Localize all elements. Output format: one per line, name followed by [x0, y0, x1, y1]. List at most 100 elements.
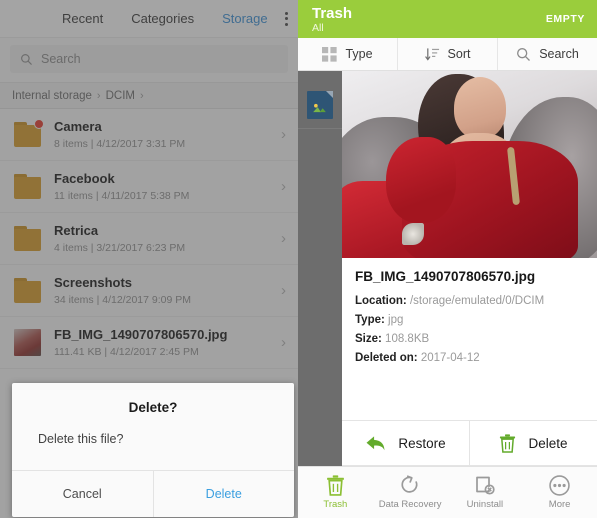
cancel-button[interactable]: Cancel — [12, 471, 153, 517]
detail-value: /storage/emulated/0/DCIM — [409, 295, 545, 307]
list-item-meta: 34 items | 4/12/2017 9:09 PM — [54, 293, 191, 306]
trash-app-panel: Trash All EMPTY Type Sort Search FB_IMG_… — [298, 0, 597, 518]
list-item[interactable]: Camera 8 items | 4/12/2017 3:31 PM › — [0, 109, 298, 161]
folder-icon — [14, 119, 44, 147]
list-item-meta: 11 items | 4/11/2017 5:38 PM — [54, 189, 190, 202]
file-manager-tabbar: Recent Categories Storage — [0, 0, 298, 38]
delete-button[interactable]: Delete — [154, 471, 295, 517]
folder-icon — [14, 174, 41, 199]
trash-body: FB_IMG_1490707806570.jpg Location: /stor… — [298, 71, 597, 466]
chevron-right-icon: › — [281, 178, 286, 195]
nav-label-more: More — [548, 499, 571, 510]
chevron-right-icon: › — [281, 282, 286, 299]
detail-key: Size: — [355, 333, 382, 345]
list-item-meta: 8 items | 4/12/2017 3:31 PM — [54, 137, 186, 150]
page-title: Trash — [312, 4, 353, 22]
image-file-icon — [307, 90, 333, 119]
detail-value: 2017-04-12 — [420, 352, 480, 364]
nav-label-uninstall: Uninstall — [466, 499, 504, 510]
list-item-meta: 4 items | 3/21/2017 6:23 PM — [54, 241, 186, 254]
trash-toolbar: Type Sort Search — [298, 38, 597, 71]
trash-icon — [326, 475, 345, 496]
breadcrumb-root[interactable]: Internal storage — [12, 90, 92, 102]
nav-item-data-recovery[interactable]: Data Recovery — [373, 467, 448, 518]
nav-label-trash: Trash — [323, 499, 348, 510]
detail-key: Deleted on: — [355, 352, 418, 364]
chevron-right-icon: › — [281, 334, 286, 351]
rail-item-image-file[interactable] — [298, 81, 342, 129]
restore-label: Restore — [398, 435, 446, 451]
dialog-message: Delete this file? — [38, 432, 124, 446]
sort-label: Sort — [447, 47, 471, 61]
nav-item-more[interactable]: More — [522, 467, 597, 518]
more-horizontal-icon — [549, 475, 570, 496]
list-item[interactable]: FB_IMG_1490707806570.jpg 111.41 KB | 4/1… — [0, 317, 298, 369]
file-list: Camera 8 items | 4/12/2017 3:31 PM › Fac… — [0, 109, 298, 369]
list-item-title: Retrica — [54, 222, 99, 238]
tab-categories[interactable]: Categories — [117, 11, 208, 26]
detail-value: 108.8KB — [385, 333, 430, 345]
type-filter-button[interactable]: Type — [298, 38, 398, 70]
chevron-right-icon: › — [96, 89, 101, 102]
list-item-title: Camera — [54, 118, 102, 134]
screen-root: Recent Categories Storage Search Interna… — [0, 0, 597, 518]
detail-key: Type: — [355, 314, 385, 326]
trash-icon — [499, 433, 516, 453]
more-vertical-icon[interactable] — [282, 7, 292, 31]
restore-button[interactable]: Restore — [342, 421, 469, 465]
folder-icon — [14, 278, 41, 303]
delete-confirm-dialog: Delete? Delete this file? Cancel Delete — [12, 383, 294, 517]
refresh-icon — [400, 475, 420, 496]
grid-icon — [322, 46, 338, 62]
nav-item-trash[interactable]: Trash — [298, 467, 373, 518]
detail-key: Location: — [355, 295, 407, 307]
breadcrumb: Internal storage › DCIM › — [0, 82, 298, 109]
delete-button[interactable]: Delete — [470, 421, 597, 465]
breadcrumb-folder[interactable]: DCIM — [106, 90, 135, 102]
trash-file-rail — [298, 71, 342, 466]
search-button[interactable]: Search — [498, 38, 597, 70]
list-item[interactable]: Retrica 4 items | 3/21/2017 6:23 PM › — [0, 213, 298, 265]
file-details: FB_IMG_1490707806570.jpg Location: /stor… — [342, 258, 597, 376]
type-filter-label: Type — [345, 47, 373, 61]
chevron-right-icon: › — [139, 89, 144, 102]
search-label: Search — [539, 47, 579, 61]
sort-icon — [424, 47, 440, 62]
sort-button[interactable]: Sort — [398, 38, 498, 70]
detail-row-location: Location: /storage/emulated/0/DCIM — [355, 292, 584, 311]
dialog-title: Delete? — [128, 400, 178, 415]
status-badge — [34, 119, 44, 129]
dialog-actions: Cancel Delete — [12, 470, 294, 517]
list-item-title: FB_IMG_1490707806570.jpg — [54, 326, 228, 342]
empty-trash-button[interactable]: EMPTY — [546, 13, 585, 25]
restore-arrow-icon — [365, 435, 386, 452]
image-preview[interactable] — [342, 71, 597, 258]
chevron-right-icon: › — [281, 230, 286, 247]
list-item-title: Facebook — [54, 170, 115, 186]
detail-row-size: Size: 108.8KB — [355, 330, 584, 349]
search-placeholder: Search — [41, 52, 81, 66]
tab-storage[interactable]: Storage — [208, 11, 282, 26]
image-thumbnail — [14, 329, 41, 356]
search-icon — [516, 47, 531, 62]
detail-row-type: Type: jpg — [355, 311, 584, 330]
folder-icon — [14, 226, 41, 251]
trash-detail-content: FB_IMG_1490707806570.jpg Location: /stor… — [342, 71, 597, 466]
detail-row-deleted-on: Deleted on: 2017-04-12 — [355, 349, 584, 368]
delete-label: Delete — [528, 435, 568, 451]
list-item[interactable]: Screenshots 34 items | 4/12/2017 9:09 PM… — [0, 265, 298, 317]
chevron-right-icon: › — [281, 126, 286, 143]
uninstall-icon — [475, 475, 495, 496]
list-item[interactable]: Facebook 11 items | 4/11/2017 5:38 PM › — [0, 161, 298, 213]
file-manager-search-container: Search — [0, 38, 298, 82]
list-item-meta: 111.41 KB | 4/12/2017 2:45 PM — [54, 345, 199, 358]
nav-item-uninstall[interactable]: Uninstall — [448, 467, 523, 518]
nav-label-data-recovery: Data Recovery — [378, 499, 442, 510]
tab-recent[interactable]: Recent — [48, 11, 117, 26]
search-icon — [20, 53, 33, 66]
file-name: FB_IMG_1490707806570.jpg — [355, 269, 536, 284]
bottom-navigation: Trash Data Recovery Uninstall More — [298, 466, 597, 518]
detail-value: jpg — [388, 314, 404, 326]
search-input[interactable]: Search — [10, 45, 288, 73]
list-item-title: Screenshots — [54, 274, 133, 290]
